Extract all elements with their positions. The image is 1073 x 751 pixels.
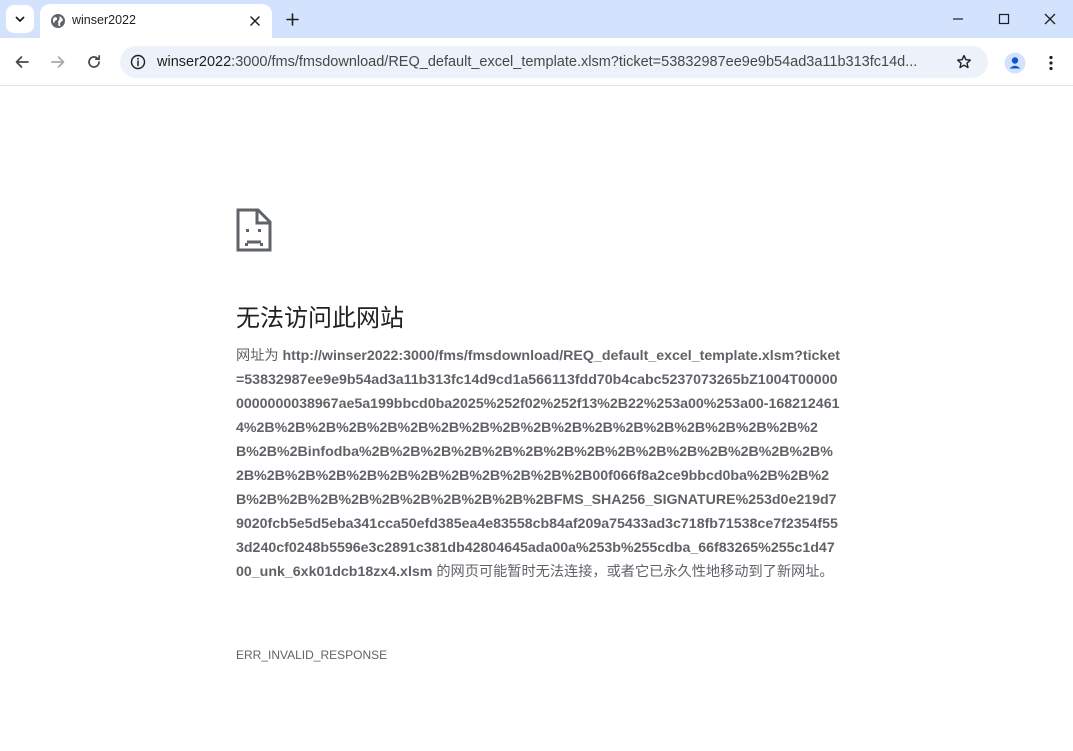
error-url: http://winser2022:3000/fms/fmsdownload/R… — [236, 348, 840, 580]
minimize-button[interactable] — [935, 0, 981, 38]
minimize-icon — [953, 18, 963, 20]
toolbar: winser2022:3000/fms/fmsdownload/REQ_defa… — [0, 38, 1073, 86]
url-host: winser2022 — [157, 54, 232, 70]
active-tab[interactable]: winser2022 — [40, 4, 272, 38]
tab-strip: winser2022 — [0, 0, 1073, 38]
error-heading: 无法访问此网站 — [236, 304, 404, 332]
site-info-button[interactable] — [128, 52, 148, 72]
arrow-left-icon — [15, 56, 29, 68]
maximize-icon — [998, 13, 1010, 25]
close-window-button[interactable] — [1027, 0, 1073, 38]
error-prefix: 网址为 — [236, 348, 283, 364]
bookmark-button[interactable] — [954, 52, 974, 72]
tab-search-button[interactable] — [6, 5, 34, 33]
sad-page-icon — [236, 208, 272, 252]
browser-menu-button[interactable] — [1038, 50, 1064, 76]
maximize-button[interactable] — [981, 0, 1027, 38]
error-code: ERR_INVALID_RESPONSE — [236, 648, 388, 662]
arrow-right-icon — [51, 56, 65, 68]
reload-button[interactable] — [79, 47, 109, 77]
address-bar[interactable]: winser2022:3000/fms/fmsdownload/REQ_defa… — [120, 46, 988, 78]
new-tab-button[interactable] — [281, 8, 303, 30]
forward-button[interactable] — [43, 47, 73, 77]
star-icon — [957, 54, 971, 69]
globe-icon — [51, 14, 65, 28]
error-description: 网址为 http://winser2022:3000/fms/fmsdownlo… — [236, 344, 840, 584]
profile-button[interactable] — [1002, 50, 1028, 76]
info-icon — [130, 54, 146, 70]
chevron-down-icon — [15, 16, 25, 22]
tab-title: winser2022 — [72, 13, 136, 27]
person-icon — [1004, 52, 1026, 74]
kebab-menu-icon — [1049, 55, 1053, 71]
reload-icon — [88, 54, 101, 68]
close-icon — [250, 16, 260, 26]
plus-icon — [285, 12, 299, 26]
error-suffix: 的网页可能暂时无法连接，或者它已永久性地移动到了新网址。 — [432, 564, 834, 580]
url-path: :3000/fms/fmsdownload/REQ_default_excel_… — [231, 54, 918, 70]
url-text[interactable]: winser2022:3000/fms/fmsdownload/REQ_defa… — [157, 54, 947, 70]
close-icon — [1044, 13, 1056, 25]
tab-close-button[interactable] — [246, 12, 264, 30]
back-button[interactable] — [7, 47, 37, 77]
